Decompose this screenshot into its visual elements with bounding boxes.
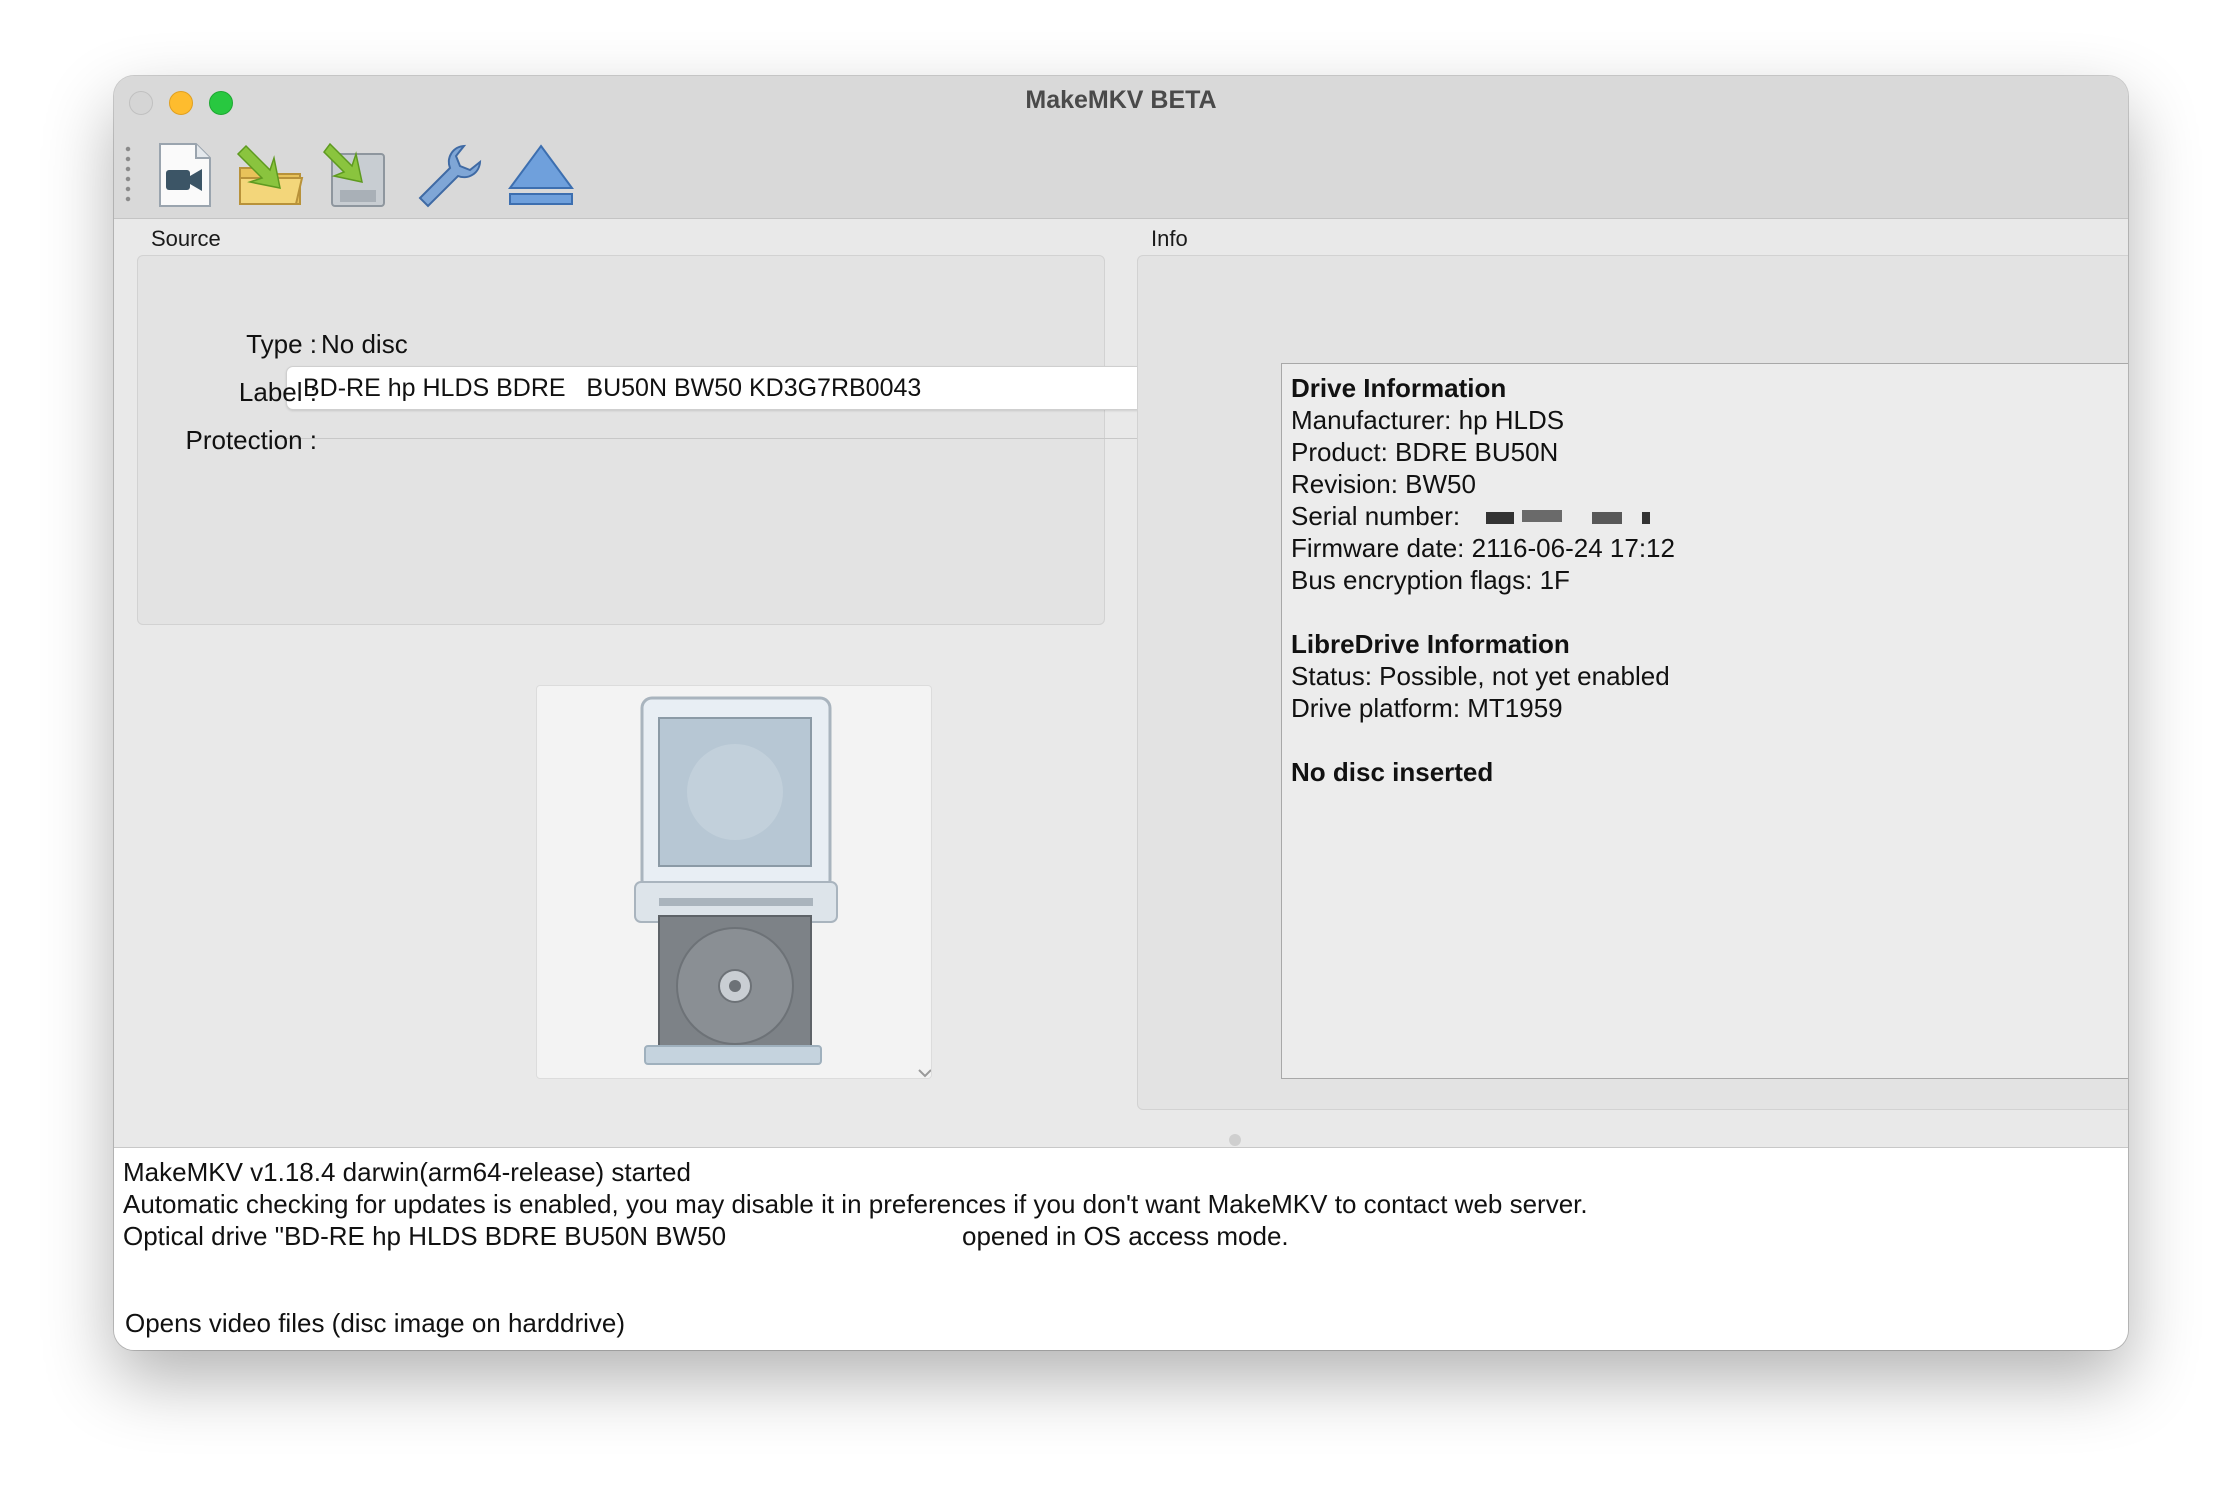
libredrive-status-line: Status: Possible, not yet enabled [1291, 661, 1670, 691]
source-label: Source [151, 226, 221, 251]
log-line: Optical drive "BD-RE hp HLDS BDRE BU50N … [123, 1221, 727, 1251]
protection-label: Protection : [185, 425, 317, 455]
type-value: No disc [321, 329, 408, 359]
log-line: MakeMKV v1.18.4 darwin(arm64-release) st… [123, 1157, 691, 1187]
open-files-button[interactable] [150, 140, 220, 210]
disk-arrow-icon [323, 142, 385, 207]
no-disc-line: No disc inserted [1291, 757, 1494, 787]
status-bar-text: Opens video files (disc image on harddri… [125, 1308, 626, 1338]
libredrive-platform-line: Drive platform: MT1959 [1291, 693, 1563, 723]
folder-arrow-icon [236, 144, 304, 205]
bus-encryption-line: Bus encryption flags: 1F [1291, 565, 1570, 595]
window-title: MakeMKV BETA [1025, 86, 1217, 114]
app-window: MakeMKV BETA Source BD-RE hp HLDS BDRE B… [114, 76, 2128, 1350]
info-text-box[interactable]: Drive Information Manufacturer: hp HLDS … [1281, 363, 2128, 1079]
source-separator [280, 438, 1188, 439]
video-file-icon [159, 143, 211, 207]
drive-select-value: BD-RE hp HLDS BDRE BU50N BW50 KD3G7RB004… [303, 374, 922, 402]
redacted-serial [1642, 512, 1650, 524]
disc-label-label: Label : [238, 377, 317, 407]
drive-info-heading: Drive Information [1291, 373, 1507, 403]
type-label: Type : [246, 329, 317, 359]
optical-drive-icon [634, 696, 932, 1078]
eject-icon [508, 144, 574, 205]
title-bar: MakeMKV BETA [114, 76, 2128, 219]
preferences-button[interactable] [414, 140, 484, 210]
libredrive-heading: LibreDrive Information [1291, 629, 1570, 659]
product-line: Product: BDRE BU50N [1291, 437, 1559, 467]
revision-line: Revision: BW50 [1291, 469, 1476, 499]
splitter-handle[interactable] [1229, 1134, 1241, 1146]
redacted-serial [1592, 512, 1622, 524]
eject-button[interactable] [506, 140, 576, 210]
wrench-icon [418, 144, 482, 208]
drive-select[interactable]: BD-RE hp HLDS BDRE BU50N BW50 KD3G7RB004… [286, 366, 1182, 410]
redacted-serial [1522, 510, 1562, 522]
log-line: opened in OS access mode. [962, 1221, 1289, 1251]
toolbar-grip-icon[interactable] [125, 144, 131, 202]
redacted-serial [1486, 512, 1514, 524]
serial-line: Serial number: [1291, 501, 1461, 531]
open-disc-button[interactable] [236, 140, 306, 210]
log-line: Automatic checking for updates is enable… [123, 1189, 1588, 1219]
firmware-line: Firmware date: 2116-06-24 17:12 [1291, 533, 1675, 563]
backup-button[interactable] [322, 140, 392, 210]
info-label: Info [1151, 226, 1188, 251]
drive-image-frame [536, 685, 932, 1079]
manufacturer-line: Manufacturer: hp HLDS [1291, 405, 1565, 435]
